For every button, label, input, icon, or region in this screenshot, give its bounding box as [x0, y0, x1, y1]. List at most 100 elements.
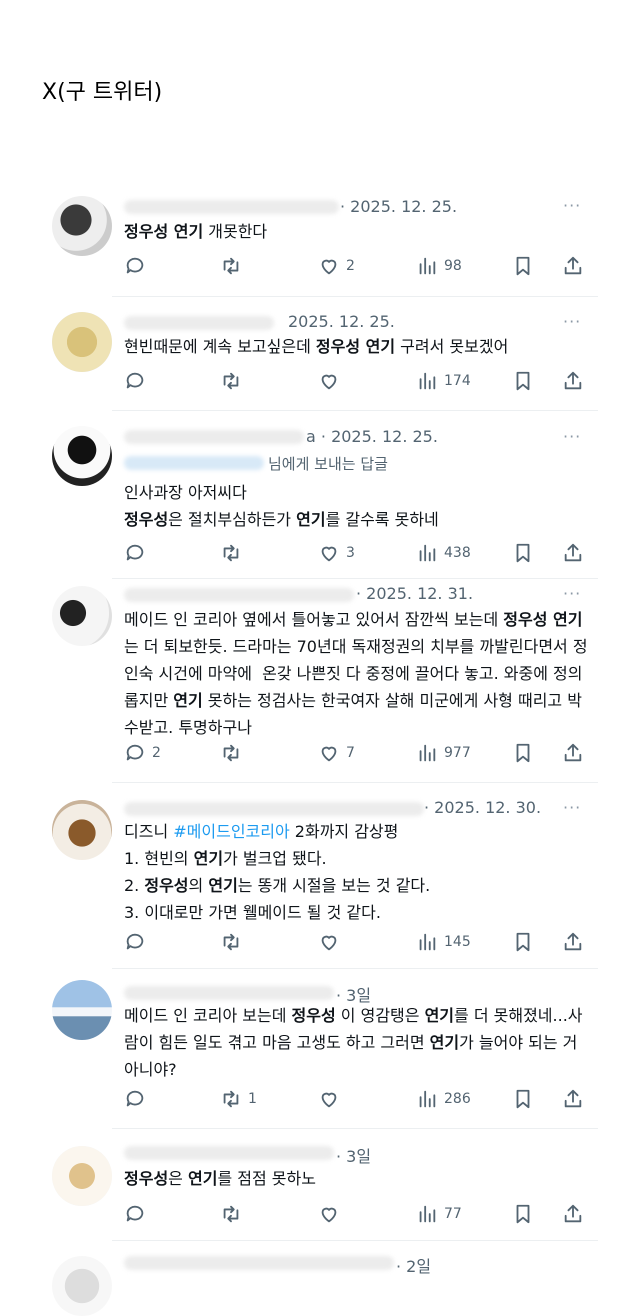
views-count: 77 [444, 1206, 462, 1222]
views-button[interactable]: 77 [416, 1202, 462, 1226]
share-icon [564, 1089, 582, 1108]
share-icon [564, 1204, 582, 1223]
tweet-actions: 3 438 [124, 541, 594, 565]
retweet-count: 1 [248, 1091, 257, 1107]
share-button[interactable] [562, 1087, 584, 1111]
views-count: 286 [444, 1091, 471, 1107]
tweet-timestamp[interactable]: · 2025. 12. 31. [356, 584, 473, 603]
avatar[interactable] [52, 1146, 112, 1206]
views-count: 977 [444, 745, 471, 761]
retweet-icon [223, 372, 239, 390]
bookmark-button[interactable] [512, 930, 534, 954]
tweet-actions: 2 98 [124, 254, 594, 278]
avatar[interactable] [52, 800, 112, 860]
like-icon [321, 746, 337, 762]
like-button[interactable] [318, 369, 340, 393]
views-icon [419, 544, 436, 562]
views-button[interactable]: 145 [416, 930, 471, 954]
views-button[interactable]: 977 [416, 741, 471, 765]
share-button[interactable] [562, 1202, 584, 1226]
reply-icon [126, 544, 144, 561]
more-options-icon[interactable]: ··· [563, 312, 581, 331]
retweet-button[interactable]: 1 [220, 1087, 257, 1111]
share-button[interactable] [562, 741, 584, 765]
reply-icon [126, 372, 144, 389]
tweet-timestamp[interactable]: · 3일 [336, 1143, 371, 1167]
tweet-timestamp[interactable]: · 2025. 12. 25. [340, 197, 457, 216]
bookmark-icon [516, 543, 530, 563]
bookmark-button[interactable] [512, 1087, 534, 1111]
tweet-actions: 145 [124, 930, 594, 954]
tweet-actions: 2 7 977 [124, 741, 594, 765]
retweet-button[interactable] [220, 541, 242, 565]
views-button[interactable]: 286 [416, 1087, 471, 1111]
page-title: X(구 트위터) [42, 80, 163, 105]
more-options-icon[interactable]: ··· [563, 427, 581, 446]
like-count: 2 [346, 258, 355, 274]
views-icon [419, 1090, 436, 1108]
views-count: 98 [444, 258, 462, 274]
tweet-timestamp[interactable]: a · 2025. 12. 25. [306, 427, 438, 446]
retweet-button[interactable] [220, 741, 242, 765]
share-button[interactable] [562, 930, 584, 954]
avatar[interactable] [52, 980, 112, 1040]
bookmark-button[interactable] [512, 369, 534, 393]
views-icon [419, 744, 436, 762]
retweet-icon [223, 544, 239, 562]
tweet-timestamp[interactable]: 2025. 12. 25. [288, 312, 395, 331]
like-button[interactable] [318, 930, 340, 954]
tweet-text: 인사과장 아저씨다 정우성은 절치부심하든가 연기를 갈수록 못하네 [124, 483, 439, 529]
views-button[interactable]: 438 [416, 541, 471, 565]
like-count: 3 [346, 545, 355, 561]
retweet-button[interactable] [220, 1202, 242, 1226]
more-options-icon[interactable]: ··· [563, 798, 581, 817]
tweet-timestamp[interactable]: · 2일 [396, 1253, 431, 1277]
share-button[interactable] [562, 369, 584, 393]
tweet-text: 메이드 인 코리아 옆에서 틀어놓고 있어서 잠깐씩 보는데 정우성 연기는 더… [124, 610, 588, 737]
avatar[interactable] [52, 1256, 112, 1316]
like-button[interactable]: 3 [318, 541, 355, 565]
bookmark-button[interactable] [512, 1202, 534, 1226]
retweet-icon [223, 933, 239, 951]
tweet-actions: 174 [124, 369, 594, 393]
like-button[interactable]: 2 [318, 254, 355, 278]
avatar[interactable] [52, 426, 112, 486]
share-icon [564, 743, 582, 762]
bookmark-button[interactable] [512, 541, 534, 565]
reply-button[interactable] [124, 1087, 146, 1111]
reply-icon [126, 933, 144, 950]
like-button[interactable] [318, 1202, 340, 1226]
reply-button[interactable] [124, 254, 146, 278]
reply-button[interactable] [124, 1202, 146, 1226]
bookmark-icon [516, 743, 530, 763]
tweet-timestamp[interactable]: · 2025. 12. 30. [424, 798, 541, 817]
reply-button[interactable]: 2 [124, 741, 161, 765]
bookmark-button[interactable] [512, 254, 534, 278]
like-icon [321, 1092, 337, 1108]
retweet-button[interactable] [220, 930, 242, 954]
share-button[interactable] [562, 254, 584, 278]
avatar[interactable] [52, 196, 112, 256]
bookmark-button[interactable] [512, 741, 534, 765]
retweet-button[interactable] [220, 254, 242, 278]
avatar[interactable] [52, 586, 112, 646]
views-button[interactable]: 174 [416, 369, 471, 393]
like-count: 7 [346, 745, 355, 761]
more-options-icon[interactable]: ··· [563, 196, 581, 215]
avatar[interactable] [52, 312, 112, 372]
reply-to-label: 님에게 보내는 답글 [268, 455, 388, 473]
share-icon [564, 256, 582, 275]
like-button[interactable] [318, 1087, 340, 1111]
views-count: 145 [444, 934, 471, 950]
tweet-text: 메이드 인 코리아 보는데 정우성 이 영감탱은 연기를 더 못해졌네...사람… [124, 1006, 583, 1079]
reply-button[interactable] [124, 541, 146, 565]
reply-button[interactable] [124, 930, 146, 954]
reply-button[interactable] [124, 369, 146, 393]
like-icon [321, 546, 337, 562]
retweet-icon [223, 1205, 239, 1223]
like-button[interactable]: 7 [318, 741, 355, 765]
retweet-button[interactable] [220, 369, 242, 393]
more-options-icon[interactable]: ··· [563, 584, 581, 603]
share-button[interactable] [562, 541, 584, 565]
views-button[interactable]: 98 [416, 254, 462, 278]
